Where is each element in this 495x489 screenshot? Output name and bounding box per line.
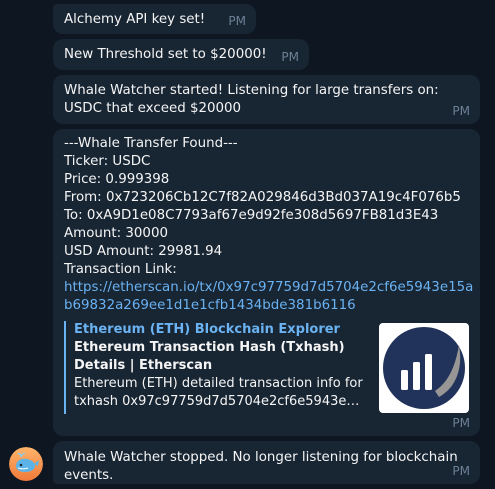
message-text: Whale Watcher stopped. No longer listeni… [64,450,458,483]
message-line: ---Whale Transfer Found--- [64,136,238,151]
message-line: Price: 0.999398 [64,172,170,187]
etherscan-logo-icon [379,323,469,413]
message-line: Ticker: USDC [64,154,151,169]
message-bubble[interactable]: Whale Watcher stopped. No longer listeni… [53,441,480,484]
message-text: Alchemy API key set! [64,12,206,27]
message-line: Amount: 30000 [64,226,168,241]
message-line: USD Amount: 29981.94 [64,244,223,259]
preview-description: txhash 0x97c97759d7d5704e2cf6e5943e15ab6… [74,394,364,409]
preview-title: Ethereum Transaction Hash (Txhash) Detai… [74,340,345,373]
message-time: PM [281,50,299,64]
preview-description: Ethereum (ETH) detailed transaction info… [74,376,363,391]
link-preview[interactable]: Ethereum (ETH) Blockchain Explorer Ether… [64,321,469,414]
whale-avatar-icon[interactable] [9,447,43,481]
message-bubble[interactable]: New Threshold set to $20000! PM [53,39,309,70]
message-line: To: 0xA9D1e08C7793af67e9d92fe308d5697FB8… [64,208,439,223]
message-text: New Threshold set to $20000! [64,47,267,62]
message-bubble[interactable]: Alchemy API key set! PM [53,4,256,34]
message-time: PM [228,14,246,28]
message-line: Transaction Link: [64,262,177,277]
message-text: Whale Watcher started! Listening for lar… [64,83,439,116]
message-time: PM [452,104,470,118]
message-time: PM [452,464,470,478]
message-bubble[interactable]: ---Whale Transfer Found--- Ticker: USDC … [53,129,480,436]
transaction-link[interactable]: https://etherscan.io/tx/0x97c97759d7d570… [64,279,474,315]
message-line: From: 0x723206Cb12C7f82A029846d3Bd037A19… [64,190,461,205]
message-time: PM [452,416,470,430]
message-bubble[interactable]: Whale Watcher started! Listening for lar… [53,75,480,124]
